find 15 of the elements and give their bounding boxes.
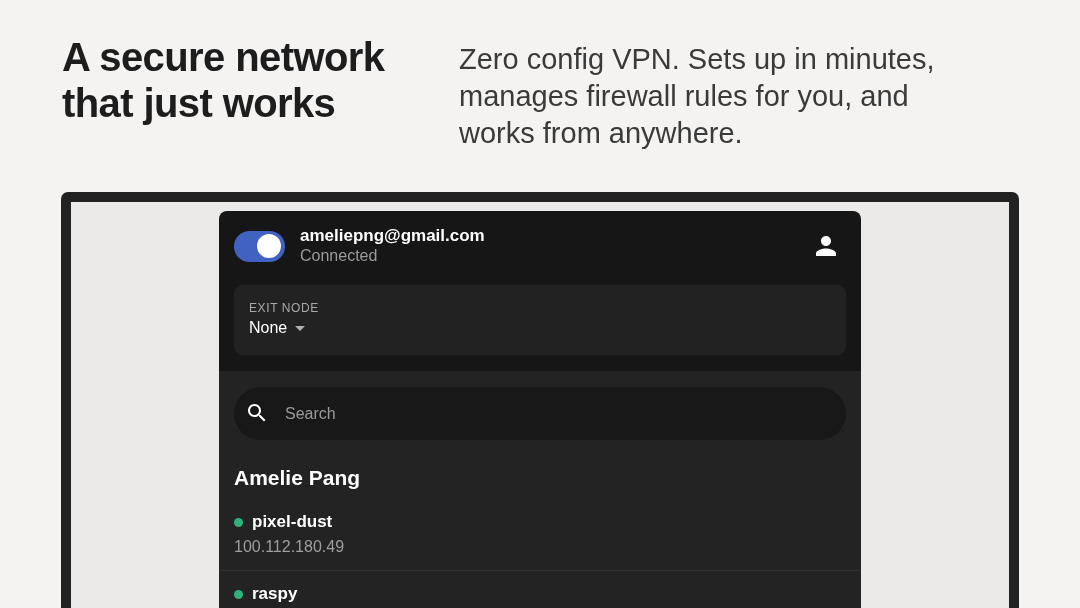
search-field[interactable]: Search [234, 387, 846, 440]
device-name[interactable]: pixel-dust [252, 511, 333, 533]
headline: A secure network that just works [62, 34, 386, 126]
device-address: 100.112.180.49 [234, 537, 345, 557]
exit-node-dropdown[interactable]: None [249, 318, 306, 338]
vpn-toggle[interactable] [234, 230, 285, 262]
search-icon [248, 404, 266, 422]
connection-status: Connected [300, 246, 379, 266]
person-icon[interactable] [816, 236, 836, 256]
device-name[interactable]: raspy [252, 583, 298, 605]
caret-icon [295, 325, 306, 331]
exit-node-label: EXIT NODE [249, 300, 319, 316]
tagline: Zero config VPN. Sets up in minutes, manages firewall rules for you, and works from anywhere. [459, 42, 936, 151]
account-email: ameliepng@gmail.com [300, 226, 485, 246]
owner-name: Amelie Pang [234, 465, 361, 491]
